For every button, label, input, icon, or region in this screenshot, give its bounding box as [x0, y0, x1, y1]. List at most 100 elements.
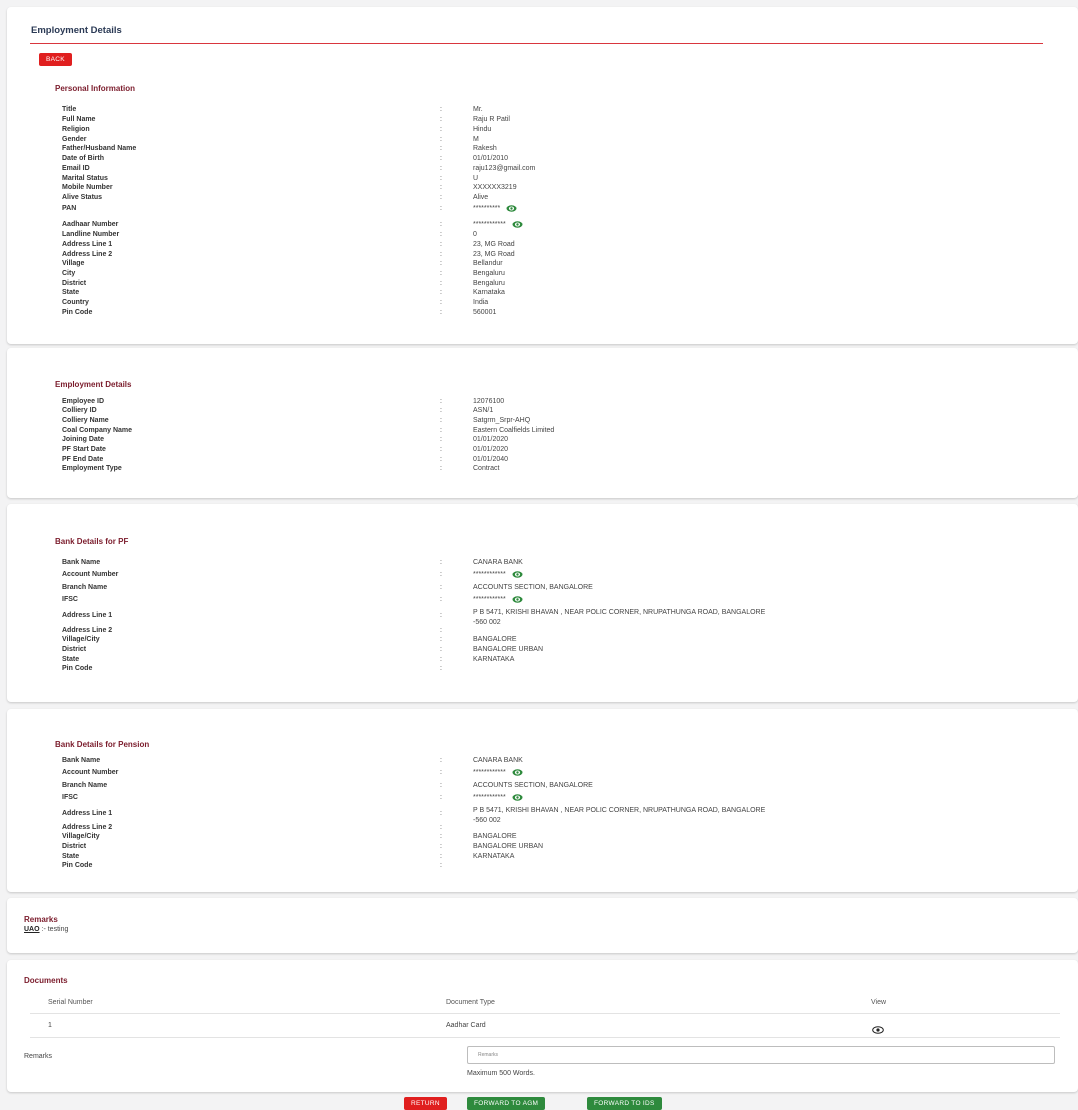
field-value-text: 01/01/2010: [473, 155, 509, 162]
field-separator: :: [440, 446, 442, 453]
field-value-text: Karnataka: [473, 289, 505, 296]
remarks-text: :- testing: [41, 926, 69, 933]
reveal-eye-icon[interactable]: [512, 595, 523, 603]
bank-pf-title: Bank Details for PF: [55, 537, 129, 546]
field-value-text: CANARA BANK: [473, 559, 523, 566]
forward-to-agm-button[interactable]: FORWARD TO AGM: [467, 1097, 546, 1110]
field-separator: :: [440, 184, 442, 191]
field-value-text: Satgrm_Srpr-AHQ: [473, 417, 531, 424]
reveal-eye-icon[interactable]: [512, 220, 523, 228]
personal-info-title: Personal Information: [55, 84, 136, 93]
field-value: ************: [473, 768, 523, 778]
field-label: Bank Name: [62, 559, 101, 566]
field-separator: :: [440, 289, 442, 296]
field-value-text: BANGALORE URBAN: [473, 843, 544, 850]
field-value: CANARA BANK: [473, 558, 523, 568]
field-label: Religion: [62, 126, 90, 133]
detail-row: Branch Name: ACCOUNTS SECTION, BANGALORE: [55, 583, 855, 593]
documents-title: Documents: [24, 976, 68, 985]
field-label: PF Start Date: [62, 446, 106, 453]
field-separator: :: [440, 862, 442, 869]
remarks-input[interactable]: [467, 1046, 1055, 1064]
detail-row: Branch Name: ACCOUNTS SECTION, BANGALORE: [55, 781, 855, 791]
field-separator: :: [440, 155, 442, 162]
field-separator: :: [440, 769, 442, 776]
field-separator: :: [440, 559, 442, 566]
field-value-text: KARNATAKA: [473, 656, 515, 663]
field-value-text: 12076100: [473, 398, 505, 405]
field-label: Country: [62, 299, 89, 306]
reveal-eye-icon[interactable]: [512, 768, 523, 776]
detail-row: Landline Number: 0: [55, 230, 855, 240]
field-separator: :: [440, 231, 442, 238]
field-value: Alive: [473, 193, 488, 203]
forward-to-ids-button[interactable]: FORWARD TO IDS: [587, 1097, 662, 1110]
field-value: ************: [473, 220, 523, 230]
detail-row: Date of Birth: 01/01/2010: [55, 154, 855, 164]
remarks-hint: Maximum 500 Words.: [467, 1070, 535, 1077]
title-divider: [30, 43, 1043, 44]
field-value: BANGALORE URBAN: [473, 645, 543, 655]
field-separator: :: [440, 833, 442, 840]
detail-row: Aadhaar Number: ************: [55, 220, 855, 230]
detail-row: Address Line 1: 23, MG Road: [55, 240, 855, 250]
table-header-divider: [30, 1013, 1060, 1014]
field-value: 01/01/2020: [473, 435, 508, 445]
detail-row: Father/Husband Name: Rakesh: [55, 144, 855, 154]
detail-row: Email ID: raju123@gmail.com: [55, 164, 855, 174]
field-value: 01/01/2020: [473, 445, 508, 455]
detail-row: Account Number: ************: [55, 768, 855, 778]
field-value-text: ACCOUNTS SECTION, BANGALORE: [473, 782, 593, 789]
reveal-eye-icon[interactable]: [512, 793, 523, 801]
field-value: Hindu: [473, 125, 491, 135]
field-value: ************: [473, 595, 523, 605]
detail-row: Account Number: ************: [55, 570, 855, 580]
field-value: raju123@gmail.com: [473, 164, 535, 174]
field-label: IFSC: [62, 794, 78, 801]
field-label: Branch Name: [62, 782, 108, 789]
detail-row: Alive Status: Alive: [55, 193, 855, 203]
reveal-eye-icon[interactable]: [512, 570, 523, 578]
documents-card: [7, 960, 1078, 1092]
remarks-title: Remarks: [24, 915, 58, 924]
document-serial: 1: [48, 1022, 52, 1029]
field-label: Pin Code: [62, 309, 93, 316]
field-value-text: Mr.: [473, 106, 483, 113]
field-label: Account Number: [62, 769, 119, 776]
field-value: ************: [473, 793, 523, 803]
field-separator: :: [440, 646, 442, 653]
field-value-text: BANGALORE URBAN: [473, 646, 544, 653]
detail-row: Full Name: Raju R Patil: [55, 115, 855, 125]
field-label: Mobile Number: [62, 184, 113, 191]
field-value-text: Bengaluru: [473, 280, 505, 287]
detail-row: City: Bengaluru: [55, 269, 855, 279]
field-value-text: XXXXXX3219: [473, 184, 517, 191]
field-value: ASN/1: [473, 406, 493, 416]
field-label: Landline Number: [62, 231, 120, 238]
reveal-eye-icon[interactable]: [506, 204, 517, 212]
field-label: Employment Type: [62, 465, 122, 472]
field-value: XXXXXX3219: [473, 183, 517, 193]
field-label: Village: [62, 260, 85, 267]
back-button[interactable]: BACK: [39, 53, 72, 66]
field-value: 01/01/2010: [473, 154, 508, 164]
field-value-text: Bellandur: [473, 260, 503, 267]
field-value-text: 23, MG Road: [473, 241, 515, 248]
field-value: India: [473, 298, 488, 308]
field-separator: :: [440, 596, 442, 603]
detail-row: Colliery ID: ASN/1: [55, 406, 855, 416]
field-value-text: Eastern Coalfields Limited: [473, 427, 555, 434]
field-value: BANGALORE URBAN: [473, 842, 543, 852]
field-value: Mr.: [473, 105, 483, 115]
document-type-header: Document Type: [446, 999, 495, 1006]
field-value-text: M: [473, 136, 479, 143]
field-label: IFSC: [62, 596, 78, 603]
field-label: Address Line 1: [62, 810, 113, 817]
detail-row: District: BANGALORE URBAN: [55, 645, 855, 655]
field-label: District: [62, 843, 87, 850]
field-value-text: ************: [473, 794, 506, 801]
return-button[interactable]: RETURN: [404, 1097, 447, 1110]
view-header: View: [871, 999, 887, 1006]
field-value-text: KARNATAKA: [473, 853, 515, 860]
field-value: Satgrm_Srpr-AHQ: [473, 416, 530, 426]
